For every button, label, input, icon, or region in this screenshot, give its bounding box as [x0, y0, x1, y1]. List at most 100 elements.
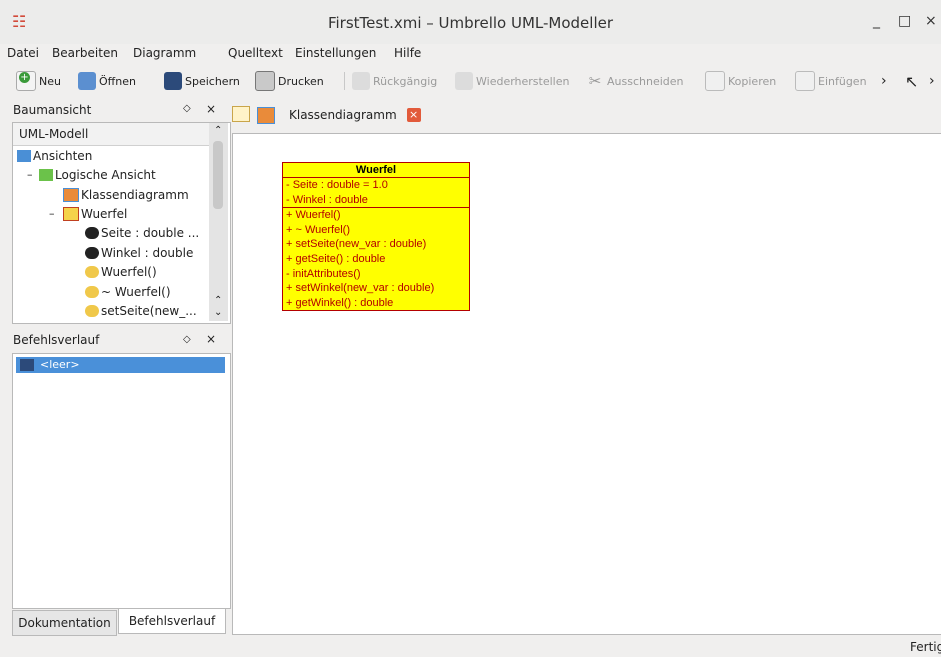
paste-icon	[795, 71, 815, 91]
print-label: Drucken	[278, 74, 324, 88]
scissors-icon: ✂	[588, 72, 602, 90]
folder-open-icon	[78, 72, 96, 90]
expander-icon[interactable]: –	[49, 207, 55, 220]
tree-item-label: Ansichten	[33, 149, 93, 163]
toolbar-overflow-button[interactable]: ›	[881, 70, 887, 92]
tab-dokumentation[interactable]: Dokumentation	[12, 610, 117, 636]
maximize-button[interactable]: □	[898, 13, 911, 29]
tree-item-klassendiagramm[interactable]: Klassendiagramm	[63, 188, 189, 202]
float-icon[interactable]: ◇	[183, 103, 191, 114]
toolbar-separator	[344, 72, 345, 90]
menu-datei[interactable]: Datei	[7, 46, 39, 60]
printer-icon	[255, 71, 275, 91]
menu-diagramm[interactable]: Diagramm	[133, 46, 196, 60]
operation-row[interactable]: + ~ Wuerfel()	[286, 223, 466, 238]
class-name: Wuerfel	[283, 163, 469, 178]
redo-button[interactable]: Wiederherstellen	[455, 70, 569, 92]
cut-label: Ausschneiden	[607, 74, 684, 88]
attribute-row[interactable]: - Winkel : double	[286, 193, 466, 208]
tree-column-header: UML-Modell	[13, 123, 214, 146]
tree-scrollbar[interactable]: ⌃ ⌃ ⌄	[209, 123, 228, 321]
tree-item-setseite[interactable]: setSeite(new_...	[85, 304, 197, 318]
folder-icon	[39, 169, 53, 181]
menu-hilfe[interactable]: Hilfe	[394, 46, 421, 60]
tree-view[interactable]: UML-Modell Ansichten – Logische Ansicht …	[12, 122, 231, 324]
tree-item-seite[interactable]: Seite : double ...	[85, 226, 199, 240]
scrollbar-thumb[interactable]	[213, 141, 223, 209]
attributes-section: - Seite : double = 1.0 - Winkel : double	[283, 178, 469, 209]
redo-label: Wiederherstellen	[476, 74, 570, 88]
save-disk-icon	[164, 72, 182, 90]
class-diagram-icon	[63, 188, 79, 202]
attribute-icon	[85, 247, 99, 259]
tree-item-wuerfel-ctor[interactable]: Wuerfel()	[85, 265, 157, 279]
select-arrow-icon[interactable]: ↖	[905, 70, 918, 92]
undo-label: Rückgängig	[373, 74, 438, 88]
minimize-button[interactable]: _	[873, 13, 880, 29]
tree-item-wuerfel-dtor[interactable]: ~ Wuerfel()	[85, 285, 171, 299]
print-button[interactable]: Drucken	[255, 70, 324, 92]
panel-close-icon[interactable]: ×	[206, 332, 216, 346]
tree-item-label: Wuerfel	[81, 207, 128, 221]
attribute-row[interactable]: - Seite : double = 1.0	[286, 178, 466, 193]
operation-row[interactable]: + setWinkel(new_var : double)	[286, 281, 466, 296]
tree-item-label: ~ Wuerfel()	[101, 285, 171, 299]
float-icon[interactable]: ◇	[183, 334, 191, 345]
undo-button[interactable]: Rückgängig	[352, 70, 437, 92]
tab-close-icon[interactable]: ×	[406, 108, 421, 122]
new-document-icon: +	[16, 71, 36, 91]
history-item-label: <leer>	[40, 358, 80, 371]
expander-icon[interactable]: –	[27, 168, 33, 181]
operation-row[interactable]: - initAttributes()	[286, 267, 466, 282]
paste-button[interactable]: Einfügen	[795, 70, 867, 92]
menu-einstellungen[interactable]: Einstellungen	[295, 46, 376, 60]
operation-icon	[85, 266, 99, 278]
menu-bar: Datei Bearbeiten Diagramm Quelltext Eins…	[0, 44, 941, 64]
tree-item-label: Winkel : double	[101, 246, 194, 260]
window-title: FirstTest.xmi – Umbrello UML-Modeller	[327, 14, 614, 32]
operation-row[interactable]: + setSeite(new_var : double)	[286, 237, 466, 252]
scroll-up-small-icon[interactable]: ⌃	[214, 295, 222, 306]
tree-item-ansichten[interactable]: Ansichten	[17, 149, 92, 163]
history-list[interactable]: <leer>	[12, 353, 231, 609]
operation-row[interactable]: + getSeite() : double	[286, 252, 466, 267]
tree-item-wuerfel[interactable]: Wuerfel	[63, 207, 127, 221]
copy-icon	[705, 71, 725, 91]
tab-label: Klassendiagramm	[289, 108, 397, 122]
copy-button[interactable]: Kopieren	[705, 70, 776, 92]
tab-befehlsverlauf[interactable]: Befehlsverlauf	[118, 609, 226, 634]
toolbar-overflow-button-2[interactable]: ›	[929, 70, 935, 92]
tree-item-label: Logische Ansicht	[55, 168, 156, 182]
operation-row[interactable]: + Wuerfel()	[286, 208, 466, 223]
class-diagram-icon	[257, 106, 275, 124]
cut-button[interactable]: ✂ Ausschneiden	[586, 70, 684, 92]
operation-row[interactable]: + getWinkel() : double	[286, 296, 466, 311]
operation-icon	[85, 286, 99, 298]
tree-item-logische-ansicht[interactable]: Logische Ansicht	[39, 168, 156, 182]
save-button[interactable]: Speichern	[164, 70, 240, 92]
scroll-down-icon[interactable]: ⌄	[214, 307, 222, 318]
tree-item-winkel[interactable]: Winkel : double	[85, 246, 193, 260]
uml-class-wuerfel[interactable]: Wuerfel - Seite : double = 1.0 - Winkel …	[282, 162, 470, 312]
tree-item-label: Wuerfel()	[101, 265, 157, 279]
new-button[interactable]: + Neu	[16, 70, 61, 92]
open-button[interactable]: Öffnen	[78, 70, 136, 92]
history-item[interactable]: <leer>	[16, 357, 225, 373]
class-icon	[63, 207, 79, 221]
panel-close-icon[interactable]: ×	[206, 102, 216, 116]
history-panel-title: Befehlsverlauf	[13, 333, 100, 347]
close-button[interactable]: ×	[925, 13, 937, 29]
main-toolbar: + Neu Öffnen Speichern Drucken Rückgängi…	[0, 66, 941, 96]
operation-icon	[85, 305, 99, 317]
menu-bearbeiten[interactable]: Bearbeiten	[52, 46, 118, 60]
menu-quelltext[interactable]: Quelltext	[228, 46, 283, 60]
title-bar: ☷ FirstTest.xmi – Umbrello UML-Modeller …	[0, 0, 941, 44]
tab-klassendiagramm[interactable]: Klassendiagramm ×	[257, 103, 439, 127]
new-label: Neu	[39, 74, 61, 88]
new-tab-icon[interactable]	[232, 106, 250, 122]
tree-item-label: Klassendiagramm	[81, 188, 189, 202]
operations-section: + Wuerfel() + ~ Wuerfel() + setSeite(new…	[283, 208, 469, 310]
save-disk-icon	[20, 359, 34, 371]
scroll-up-icon[interactable]: ⌃	[214, 125, 222, 136]
undo-icon	[352, 72, 370, 90]
